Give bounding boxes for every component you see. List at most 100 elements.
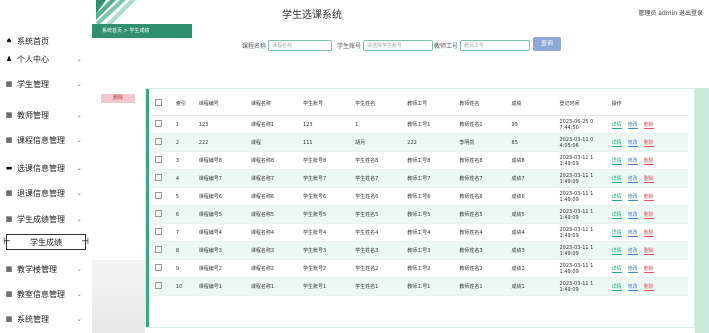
edit-link[interactable]: 修改 bbox=[627, 194, 638, 201]
row-checkbox[interactable] bbox=[155, 264, 162, 271]
table-row: 3 课程编号8 课程名称8 学生账号8 学生姓名8 教师工号8 教师姓名8 成绩8 2023-0… bbox=[152, 151, 688, 170]
sidebar-item-9[interactable]: ▦ 教室信息管理 ⌄ bbox=[4, 285, 90, 303]
table-row: 7 课程编号4 课程名称4 学生账号4 学生姓名4 教师工号4 教师姓名4 成绩4 2023-0… bbox=[152, 223, 688, 242]
sidebar-item-0[interactable]: ♠ 系统首页 bbox=[4, 32, 90, 50]
table-cell: 3 bbox=[172, 151, 196, 170]
row-checkbox[interactable] bbox=[155, 246, 162, 253]
detail-link[interactable]: 详情 bbox=[611, 284, 622, 291]
breadcrumb: 系统首页 > 学生成绩 bbox=[92, 24, 192, 38]
edit-link[interactable]: 修改 bbox=[627, 158, 638, 165]
detail-link[interactable]: 详情 bbox=[611, 122, 622, 129]
edit-link[interactable]: 修改 bbox=[627, 176, 638, 183]
table-cell: 教师工号6 bbox=[404, 187, 457, 206]
table-cell: 成绩8 bbox=[508, 151, 557, 170]
detail-link[interactable]: 详情 bbox=[611, 266, 622, 273]
table-cell: 课程编号5 bbox=[195, 205, 248, 224]
sidebar: ♠ 系统首页 ♟ 个人中心 ⌄ ▦ 学生管理 ⌄ ▦ 教师管理 ⌄ ▦ 课程信息管理 ⌄ ▬ 选课信息管理 ⌄ ▦… bbox=[0, 28, 92, 333]
column-header: 成绩 bbox=[508, 91, 557, 116]
edit-link[interactable]: 修改 bbox=[627, 140, 638, 147]
delete-link[interactable]: 删除 bbox=[643, 266, 654, 273]
detail-link[interactable]: 详情 bbox=[611, 140, 622, 147]
row-checkbox[interactable] bbox=[155, 138, 162, 145]
course-search: 课程名称 课程名称 bbox=[242, 38, 333, 52]
row-select-cell[interactable] bbox=[152, 151, 173, 170]
course-input[interactable]: 课程名称 bbox=[268, 39, 333, 51]
row-select-cell[interactable] bbox=[152, 223, 173, 242]
detail-link[interactable]: 详情 bbox=[611, 248, 622, 255]
detail-link[interactable]: 详情 bbox=[611, 194, 622, 201]
delete-link[interactable]: 删除 bbox=[643, 122, 654, 129]
detail-link[interactable]: 详情 bbox=[611, 212, 622, 219]
delete-link[interactable]: 删除 bbox=[643, 140, 654, 147]
delete-link[interactable]: 删除 bbox=[643, 212, 654, 219]
delete-link[interactable]: 删除 bbox=[643, 158, 654, 165]
delete-link[interactable]: 删除 bbox=[643, 248, 654, 255]
sidebar-item-10[interactable]: ▦ 系统管理 ⌄ bbox=[4, 310, 90, 328]
teacher-input[interactable]: 教师工号 bbox=[460, 39, 531, 51]
sidebar-item-4[interactable]: ▦ 课程信息管理 ⌄ bbox=[4, 131, 90, 149]
sidebar-sub-item-grades[interactable]: ⊢ 学生成绩 ⊣ bbox=[3, 234, 89, 250]
delete-link[interactable]: 删除 bbox=[643, 284, 654, 291]
column-header: 登记时间 bbox=[556, 91, 609, 116]
student-select[interactable]: 请选择学生账号 bbox=[363, 39, 434, 51]
sidebar-item-7[interactable]: ▦ 学生成绩管理 ⌄ bbox=[4, 210, 90, 228]
row-actions: 详情 修改 删除 bbox=[608, 259, 688, 278]
edit-link[interactable]: 修改 bbox=[627, 266, 638, 273]
sidebar-item-5[interactable]: ▬ 选课信息管理 ⌄ bbox=[4, 159, 90, 177]
sidebar-item-label: 课程信息管理 bbox=[17, 135, 65, 145]
table-cell: 学生姓名4 bbox=[352, 223, 405, 242]
cursor-icon: ⊢ bbox=[3, 237, 11, 247]
sidebar-item-2[interactable]: ▦ 学生管理 ⌄ bbox=[4, 75, 90, 93]
detail-link[interactable]: 详情 bbox=[611, 158, 622, 165]
row-select-cell[interactable] bbox=[152, 169, 173, 188]
detail-link[interactable]: 详情 bbox=[611, 230, 622, 237]
delete-link[interactable]: 删除 bbox=[643, 176, 654, 183]
sidebar-item-6[interactable]: ▦ 退课信息管理 ⌄ bbox=[4, 184, 90, 202]
row-checkbox[interactable] bbox=[155, 120, 162, 127]
table-cell: 学生账号7 bbox=[300, 169, 353, 188]
table-cell: 课程名称1 bbox=[247, 115, 301, 134]
grid-icon: ▦ bbox=[5, 265, 13, 273]
row-checkbox[interactable] bbox=[155, 282, 162, 289]
edit-link[interactable]: 修改 bbox=[627, 122, 638, 129]
row-checkbox[interactable] bbox=[155, 174, 162, 181]
row-select-cell[interactable] bbox=[152, 259, 173, 278]
table-cell: 10 bbox=[172, 277, 196, 296]
row-checkbox[interactable] bbox=[155, 210, 162, 217]
delete-link[interactable]: 删除 bbox=[643, 230, 654, 237]
sidebar-item-8[interactable]: ▦ 教学楼管理 ⌄ bbox=[4, 260, 90, 278]
delete-link[interactable]: 删除 bbox=[643, 194, 654, 201]
table-cell: 2023-03-11 0 4:05:06 bbox=[556, 133, 609, 152]
sidebar-sub-label: 学生成绩 bbox=[30, 237, 62, 247]
row-checkbox[interactable] bbox=[155, 192, 162, 199]
row-select-cell[interactable] bbox=[152, 133, 173, 152]
table-cell: 2023-03-11 1 1:49:09 bbox=[556, 169, 609, 188]
row-select-cell[interactable] bbox=[152, 187, 173, 206]
chevron-down-icon: ⌄ bbox=[76, 55, 82, 63]
column-header: 索引 bbox=[172, 91, 196, 116]
sidebar-item-3[interactable]: ▦ 教师管理 ⌄ bbox=[4, 106, 90, 124]
row-select-cell[interactable] bbox=[152, 241, 173, 260]
table-cell: 教师工号1 bbox=[404, 277, 457, 296]
row-select-cell[interactable] bbox=[152, 205, 173, 224]
row-select-cell[interactable] bbox=[152, 115, 173, 134]
edit-link[interactable]: 修改 bbox=[627, 248, 638, 255]
column-header: 课程名称 bbox=[247, 91, 301, 116]
detail-link[interactable]: 详情 bbox=[611, 176, 622, 183]
row-checkbox[interactable] bbox=[155, 156, 162, 163]
select-all-header[interactable] bbox=[152, 91, 173, 116]
edit-link[interactable]: 修改 bbox=[627, 212, 638, 219]
select-all-checkbox[interactable] bbox=[155, 98, 162, 106]
chevron-down-icon: ⌄ bbox=[76, 189, 82, 197]
user-info[interactable]: 管理员 admin 退出登录 bbox=[638, 8, 703, 17]
sidebar-item-1[interactable]: ♟ 个人中心 ⌄ bbox=[4, 50, 90, 68]
table-cell: 教师姓名6 bbox=[456, 187, 509, 206]
table-cell: 学生姓名1 bbox=[352, 277, 405, 296]
row-select-cell[interactable] bbox=[152, 277, 173, 296]
row-checkbox[interactable] bbox=[155, 228, 162, 235]
edit-link[interactable]: 修改 bbox=[627, 284, 638, 291]
table-row: 10 课程编号1 课程名称1 学生账号1 学生姓名1 教师工号1 教师姓名1 成绩1 2023-… bbox=[152, 277, 688, 296]
search-button[interactable]: 查询 bbox=[533, 37, 561, 51]
delete-button[interactable]: 删除 bbox=[101, 94, 135, 103]
edit-link[interactable]: 修改 bbox=[627, 230, 638, 237]
